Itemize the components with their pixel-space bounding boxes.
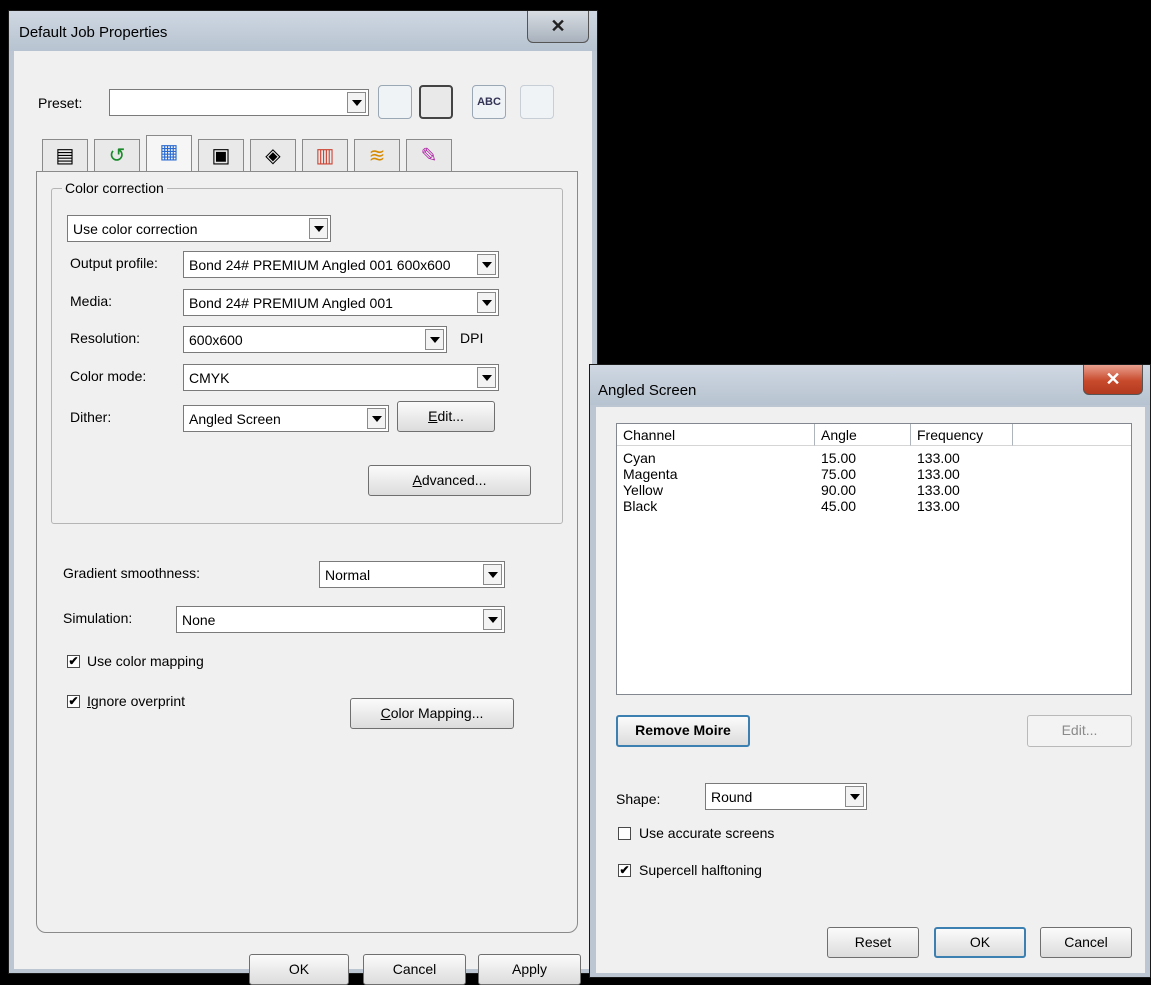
cell-frequency: 133.00 — [917, 450, 960, 466]
cell-frequency: 133.00 — [917, 498, 960, 514]
ignore-overprint-label[interactable]: Ignore overprint — [87, 693, 185, 709]
tab-bars[interactable]: ▥ — [302, 139, 348, 173]
cell-angle: 45.00 — [821, 498, 857, 514]
cell-channel: Black — [623, 498, 658, 514]
tab-printer[interactable]: ▣ — [198, 139, 244, 173]
tab-page: Color correction Use color correction Ou… — [36, 171, 578, 933]
resolution-combo[interactable]: 600x600 — [183, 326, 447, 353]
chevron-down-icon[interactable] — [425, 329, 444, 350]
use-accurate-screens-label[interactable]: Use accurate screens — [639, 825, 774, 841]
color-mode-label: Color mode: — [70, 368, 147, 384]
supercell-halftoning-checkbox[interactable]: ✔ — [618, 864, 631, 877]
dialog-title: Angled Screen — [598, 382, 697, 399]
save-icon[interactable] — [378, 85, 412, 119]
title-bar[interactable]: Default Job Properties ✕ — [9, 11, 597, 51]
cell-channel: Cyan — [623, 450, 656, 466]
color-mapping-button[interactable]: Color Mapping... — [350, 698, 514, 729]
close-button[interactable]: ✕ — [527, 11, 589, 43]
column-header-angle[interactable]: Angle — [815, 424, 911, 446]
chevron-down-icon[interactable] — [477, 367, 496, 388]
gradient-smoothness-combo[interactable]: Normal — [319, 561, 505, 588]
angled-screen-dialog: Angled Screen ✕ Channel Angle Frequency … — [589, 364, 1151, 978]
dither-combo[interactable]: Angled Screen — [183, 405, 389, 432]
dither-edit-button[interactable]: Edit... — [397, 401, 495, 432]
tab-layers[interactable]: ≋ — [354, 139, 400, 173]
cell-angle: 90.00 — [821, 482, 857, 498]
delete-icon[interactable] — [520, 85, 554, 119]
color-correction-mode-combo[interactable]: Use color correction — [67, 215, 331, 242]
chevron-down-icon[interactable] — [367, 408, 386, 429]
simulation-label: Simulation: — [63, 610, 133, 626]
dialog-close-button[interactable]: ✕ — [1083, 365, 1143, 395]
save-as-icon[interactable] — [419, 85, 453, 119]
preset-label: Preset: — [38, 95, 83, 111]
column-header-frequency[interactable]: Frequency — [911, 424, 1013, 446]
ok-button[interactable]: OK — [934, 927, 1026, 958]
column-header-blank — [1013, 424, 1131, 446]
reset-button[interactable]: Reset — [827, 927, 919, 958]
cancel-button[interactable]: Cancel — [363, 954, 466, 985]
use-color-mapping-label[interactable]: Use color mapping — [87, 653, 204, 669]
tab-strip: ▤ ↺ ▦ ▣ ◈ ▥ ≋ ✎ — [42, 135, 502, 173]
tab-marks[interactable]: ◈ — [250, 139, 296, 173]
window-title: Default Job Properties — [19, 24, 168, 41]
supercell-halftoning-label[interactable]: Supercell halftoning — [639, 862, 762, 878]
color-correction-group: Color correction Use color correction Ou… — [51, 180, 563, 524]
ignore-overprint-checkbox[interactable]: ✔ — [67, 695, 80, 708]
preset-combo[interactable] — [109, 89, 369, 116]
tab-color[interactable]: ▦ — [146, 135, 192, 173]
chevron-down-icon[interactable] — [483, 564, 502, 585]
apply-button[interactable]: Apply — [478, 954, 581, 985]
cell-channel: Yellow — [623, 482, 663, 498]
cancel-button[interactable]: Cancel — [1040, 927, 1132, 958]
media-label: Media: — [70, 293, 113, 309]
dialog-title-bar[interactable]: Angled Screen ✕ — [590, 365, 1150, 405]
tab-color-picker[interactable]: ✎ — [406, 139, 452, 173]
cell-frequency: 133.00 — [917, 466, 960, 482]
default-job-properties-window: Default Job Properties ✕ Preset: ABC ▤ ↺… — [8, 10, 598, 985]
cell-frequency: 133.00 — [917, 482, 960, 498]
chevron-down-icon[interactable] — [845, 786, 864, 807]
color-mode-combo[interactable]: CMYK — [183, 364, 499, 391]
simulation-combo[interactable]: None — [176, 606, 505, 633]
rename-icon[interactable]: ABC — [472, 85, 506, 119]
cell-channel: Magenta — [623, 466, 678, 482]
tab-page-layout[interactable]: ▤ — [42, 139, 88, 173]
main-client-area: Preset: ABC ▤ ↺ ▦ ▣ ◈ ▥ ≋ ✎ Color correc… — [14, 51, 592, 985]
chevron-down-icon[interactable] — [477, 292, 496, 313]
group-title: Color correction — [62, 180, 167, 196]
resolution-label: Resolution: — [70, 330, 141, 346]
cell-angle: 75.00 — [821, 466, 857, 482]
screen-table[interactable]: Channel Angle Frequency Cyan 15.00 133.0… — [616, 423, 1132, 695]
column-header-channel[interactable]: Channel — [617, 424, 815, 446]
use-color-mapping-checkbox[interactable]: ✔ — [67, 655, 80, 668]
cell-angle: 15.00 — [821, 450, 857, 466]
dither-label: Dither: — [70, 409, 112, 425]
media-combo[interactable]: Bond 24# PREMIUM Angled 001 — [183, 289, 499, 316]
dpi-label: DPI — [460, 330, 484, 346]
remove-moire-button[interactable]: Remove Moire — [616, 715, 750, 747]
output-profile-label: Output profile: — [70, 255, 158, 271]
chevron-down-icon[interactable] — [309, 218, 328, 239]
shape-combo[interactable]: Round — [705, 783, 867, 810]
use-accurate-screens-checkbox[interactable] — [618, 827, 631, 840]
dialog-client-area: Channel Angle Frequency Cyan 15.00 133.0… — [596, 407, 1145, 973]
gradient-smoothness-label: Gradient smoothness: — [63, 565, 200, 581]
output-profile-combo[interactable]: Bond 24# PREMIUM Angled 001 600x600 — [183, 251, 499, 278]
chevron-down-icon[interactable] — [477, 254, 496, 275]
advanced-button[interactable]: Advanced... — [368, 465, 531, 496]
chevron-down-icon[interactable] — [483, 609, 502, 630]
ok-button[interactable]: OK — [249, 954, 349, 985]
shape-label: Shape: — [616, 791, 661, 807]
tab-transform[interactable]: ↺ — [94, 139, 140, 173]
chevron-down-icon[interactable] — [347, 92, 366, 113]
edit-button[interactable]: Edit... — [1027, 715, 1132, 747]
